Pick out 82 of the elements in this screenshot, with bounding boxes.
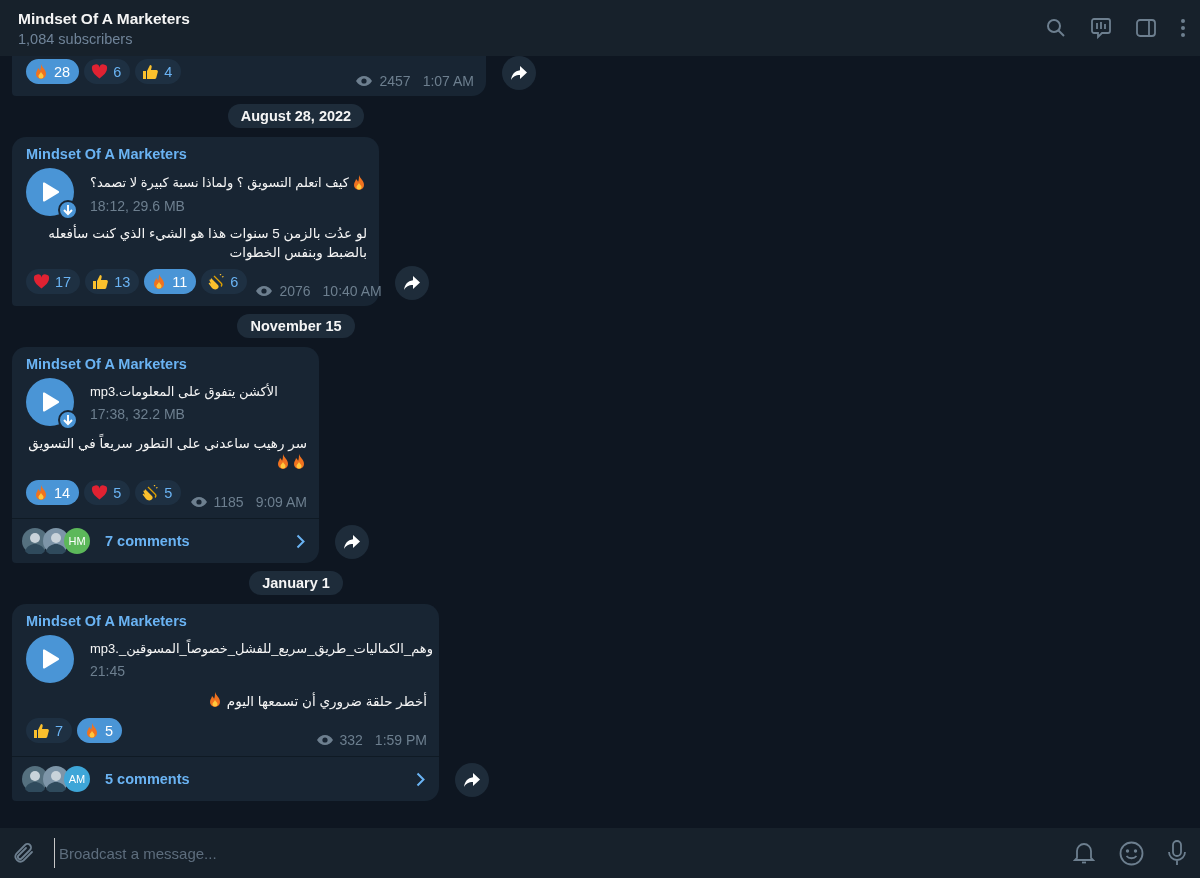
share-icon xyxy=(464,773,480,787)
date-label: August 28, 2022 xyxy=(227,104,365,128)
search-button[interactable] xyxy=(1046,18,1066,38)
share-button[interactable] xyxy=(502,56,536,90)
download-icon xyxy=(63,204,73,216)
eye-icon xyxy=(355,75,374,87)
play-icon xyxy=(41,182,59,202)
share-icon xyxy=(404,276,420,290)
reaction-button[interactable]: 5 xyxy=(84,480,131,505)
play-button[interactable] xyxy=(26,635,74,683)
reaction-button[interactable]: 13 xyxy=(85,269,140,294)
fire-icon xyxy=(291,453,307,470)
message-meta: 1185 9:09 AM xyxy=(189,494,307,510)
play-icon xyxy=(41,649,59,669)
eye-icon xyxy=(315,734,334,746)
fire-icon xyxy=(33,484,49,501)
sidebar-toggle-button[interactable] xyxy=(1136,19,1156,37)
sender-name: Mindset Of A Marketers xyxy=(26,146,187,162)
clapping-hands-icon xyxy=(142,484,160,501)
reaction-button[interactable]: 17 xyxy=(26,269,81,294)
attach-button[interactable] xyxy=(12,841,36,865)
eye-icon xyxy=(189,496,208,508)
avatar xyxy=(43,766,69,792)
comments-link[interactable]: HM 7 comments xyxy=(12,518,319,563)
reaction-button[interactable]: 11 xyxy=(144,269,197,294)
sender-name: Mindset Of A Marketers xyxy=(26,613,187,629)
reaction-button[interactable]: 28 xyxy=(26,59,80,84)
reaction-button[interactable]: 5 xyxy=(77,718,123,743)
reaction-button[interactable]: 14 xyxy=(26,480,80,505)
chevron-right-icon xyxy=(416,771,425,787)
comments-link[interactable]: AM 5 comments xyxy=(12,756,439,801)
eye-icon xyxy=(255,285,274,297)
microphone-button[interactable] xyxy=(1168,840,1186,866)
message-meta: 2076 10:40 AM xyxy=(255,283,382,299)
more-menu-button[interactable] xyxy=(1180,18,1186,38)
channel-title: Mindset Of A Marketers xyxy=(18,9,190,28)
date-label: January 1 xyxy=(249,571,343,595)
share-icon xyxy=(344,535,360,549)
play-button[interactable] xyxy=(26,168,74,216)
audio-title: وهم_الكماليات_طريق_سريع_للفشل_خصوصاً_المسوقين_.mp3 xyxy=(90,641,433,656)
download-button[interactable] xyxy=(58,200,78,220)
audio-info: 18:12, 29.6 MB xyxy=(90,198,185,214)
chevron-right-icon xyxy=(296,533,305,549)
date-label: November 15 xyxy=(237,314,355,338)
thumbs-up-icon xyxy=(142,63,160,80)
comments-button[interactable] xyxy=(1090,17,1112,39)
heart-icon xyxy=(91,64,109,79)
audio-title: الأكشن يتفوق على المعلومات.mp3 xyxy=(90,384,278,399)
message-caption: سر رهيب ساعدني على التطور سريعاً في التسويق xyxy=(26,434,307,473)
thumbs-up-icon xyxy=(33,722,50,739)
reaction-button[interactable]: 6 xyxy=(201,269,248,294)
sender-name: Mindset Of A Marketers xyxy=(26,356,187,372)
avatar: AM xyxy=(64,766,90,792)
subscriber-count: 1,084 subscribers xyxy=(18,30,133,47)
share-button[interactable] xyxy=(395,266,429,300)
audio-title: كيف اتعلم التسويق ؟ ولماذا نسبة كبيرة لا تصمد؟ xyxy=(90,174,367,191)
message-caption: أخطر حلقة ضروري أن تسمعها اليوم xyxy=(26,691,427,711)
audio-info: 17:38, 32.2 MB xyxy=(90,406,185,422)
fire-icon xyxy=(33,63,49,80)
play-icon xyxy=(41,392,59,412)
reaction-button[interactable]: 4 xyxy=(135,59,182,84)
reaction-button[interactable]: 6 xyxy=(84,59,131,84)
reaction-button[interactable]: 5 xyxy=(135,480,182,505)
message-meta: 332 1:59 PM xyxy=(315,732,427,748)
heart-icon xyxy=(91,485,109,500)
play-button[interactable] xyxy=(26,378,74,426)
share-button[interactable] xyxy=(455,763,489,797)
clapping-hands-icon xyxy=(208,273,226,290)
message-meta: 2457 1:07 AM xyxy=(355,73,474,89)
notifications-button[interactable] xyxy=(1073,841,1095,865)
download-button[interactable] xyxy=(58,410,78,430)
share-button[interactable] xyxy=(335,525,369,559)
message-caption: لو عدُت بالزمن 5 سنوات هذا هو الشيء الذي كنت سأفعله بالضبط وبنفس الخطوات xyxy=(47,224,367,262)
emoji-button[interactable] xyxy=(1119,840,1144,866)
fire-icon xyxy=(275,453,291,470)
heart-icon xyxy=(33,274,50,289)
share-icon xyxy=(511,66,527,80)
audio-info: 21:45 xyxy=(90,663,126,679)
avatar: HM xyxy=(64,528,90,554)
thumbs-up-icon xyxy=(92,273,110,290)
download-icon xyxy=(63,414,73,426)
reaction-button[interactable]: 7 xyxy=(26,718,73,743)
